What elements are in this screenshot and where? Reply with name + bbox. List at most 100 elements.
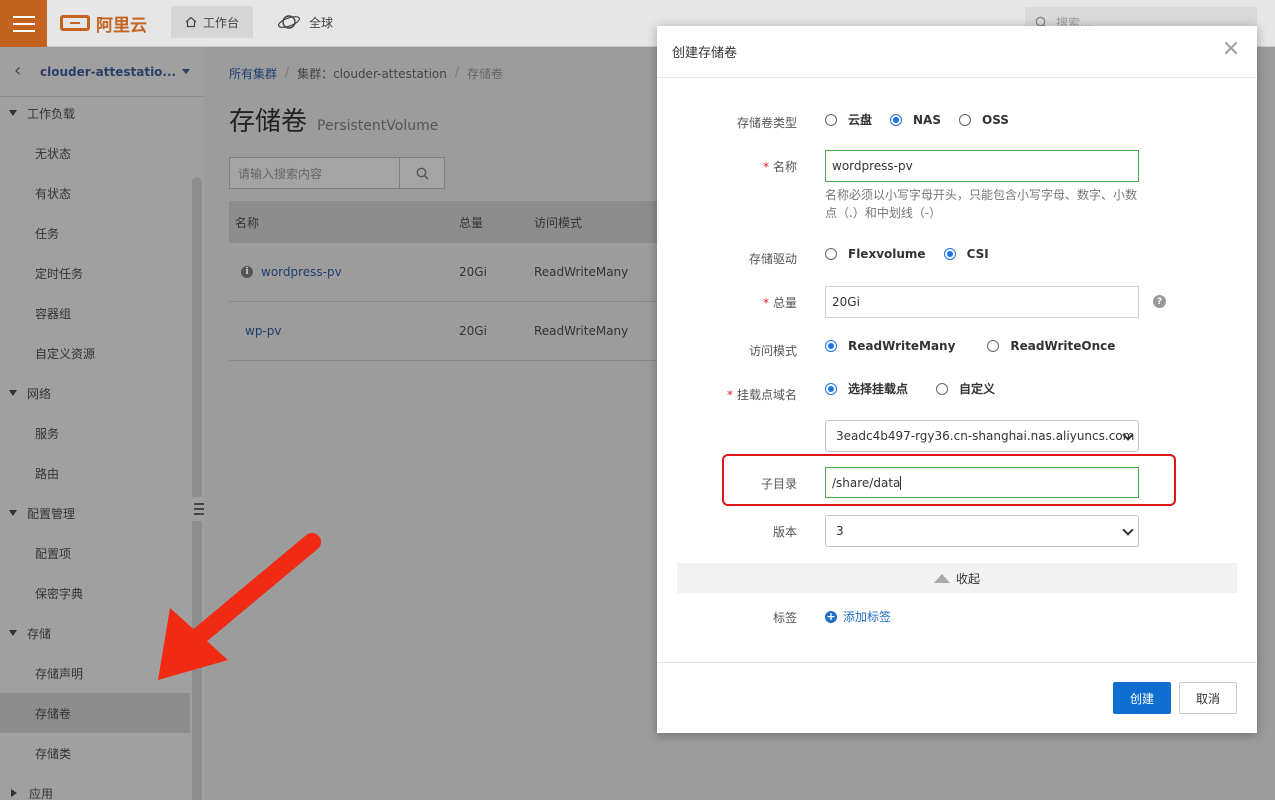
logo[interactable]: 阿里云 [60, 11, 147, 36]
capacity-label-text: 总量 [772, 296, 797, 310]
page-title-en: PersistentVolume [317, 118, 439, 134]
subdir-label-text: 子目录 [760, 477, 797, 491]
sidebar-item-deployment[interactable]: 无状态 [0, 133, 190, 173]
add-tag-button[interactable]: + 添加标签 [825, 608, 891, 625]
subdir-input[interactable]: /share/data [825, 467, 1139, 498]
cluster-switcher[interactable]: ‹ clouder-attestatio... [0, 47, 204, 97]
name-input-value: wordpress-pv [832, 159, 913, 173]
radio-readwritemany[interactable]: ReadWriteMany [825, 339, 955, 353]
radio-dot [959, 113, 971, 126]
name-input[interactable]: wordpress-pv [825, 150, 1139, 182]
create-pv-dialog: 创建存储卷 × 存储卷类型 云盘 NAS OSS * 名称 wordpress-p… [657, 26, 1257, 733]
info-icon[interactable]: i [241, 266, 253, 278]
sidebar-group-network[interactable]: 网络 [0, 373, 190, 413]
radio-label: NAS [913, 112, 941, 127]
cluster-name: clouder-attestatio... [40, 64, 177, 79]
sidebar-item-pods[interactable]: 容器组 [0, 293, 190, 333]
close-icon[interactable]: × [1221, 38, 1241, 60]
cancel-button[interactable]: 取消 [1179, 682, 1237, 714]
sidebar-item-statefulset[interactable]: 有状态 [0, 173, 190, 213]
collapse-toggle[interactable]: 收起 [677, 563, 1237, 593]
sidebar-group-label: 配置管理 [27, 506, 76, 521]
version-value: 3 [836, 524, 844, 538]
radio-cloud-disk[interactable]: 云盘 [825, 111, 872, 128]
sidebar-item-cronjob[interactable]: 定时任务 [0, 253, 190, 293]
sidebar-item-label: 容器组 [35, 306, 72, 321]
driver-radio-group: Flexvolume CSI [825, 247, 1007, 261]
sidebar-group-config[interactable]: 配置管理 [0, 493, 190, 533]
text-cursor [900, 475, 902, 490]
radio-custom-mount[interactable]: 自定义 [936, 380, 995, 397]
sidebar-group-apps[interactable]: 应用 [0, 773, 190, 800]
sidebar-item-custom-resources[interactable]: 自定义资源 [0, 333, 190, 373]
radio-select-mount[interactable]: 选择挂载点 [825, 380, 908, 397]
volume-type-radio-group: 云盘 NAS OSS [825, 111, 1027, 128]
radio-readwriteonce[interactable]: ReadWriteOnce [987, 339, 1115, 353]
radio-label: CSI [966, 247, 989, 261]
sidebar-item-job[interactable]: 任务 [0, 213, 190, 253]
caret-down-icon [9, 630, 17, 636]
breadcrumb-cluster[interactable]: 集群：clouder-attestation [297, 65, 447, 82]
sidebar-item-services[interactable]: 服务 [0, 413, 190, 453]
sidebar-item-storageclass[interactable]: 存储类 [0, 733, 190, 773]
pv-name-link[interactable]: wordpress-pv [261, 265, 342, 279]
sidebar-item-label: 无状态 [35, 146, 72, 161]
chevron-up-icon [933, 573, 950, 583]
caret-right-icon [11, 789, 17, 797]
radio-oss[interactable]: OSS [959, 113, 1009, 127]
create-button[interactable]: 创建 [1113, 682, 1171, 714]
help-icon[interactable]: ? [1153, 295, 1166, 308]
sidebar-scrollbar[interactable] [192, 177, 202, 800]
radio-dot-selected [890, 113, 903, 126]
breadcrumb-separator: / [285, 65, 290, 79]
radio-dot-selected [943, 248, 956, 260]
radio-csi[interactable]: CSI [943, 247, 989, 261]
version-select[interactable]: 3 [825, 515, 1139, 547]
dialog-title: 创建存储卷 [672, 46, 738, 61]
pv-table: 名称 总量 访问模式 i wordpress-pv 20Gi ReadWrite… [229, 201, 669, 361]
sidebar-nav: 工作负载 无状态 有状态 任务 定时任务 容器组 自定义资源 网络 服务 路由 … [0, 93, 190, 800]
mount-point-select[interactable]: 3eadc4b497-rgy36.cn-shanghai.nas.aliyunc… [825, 420, 1139, 452]
volume-type-label-text: 存储卷类型 [736, 116, 797, 130]
pv-search-button[interactable] [400, 157, 445, 189]
pv-search-input[interactable]: 请输入搜索内容 [229, 157, 400, 189]
workspace-button[interactable]: 工作台 [171, 6, 253, 38]
sidebar-item-secret[interactable]: 保密字典 [0, 573, 190, 613]
version-label: 版本 [657, 523, 797, 540]
sidebar-item-ingress[interactable]: 路由 [0, 453, 190, 493]
chevron-down-icon [182, 69, 191, 74]
sidebar-item-pvc[interactable]: 存储声明 [0, 653, 190, 693]
radio-nas[interactable]: NAS [890, 113, 941, 127]
sidebar-item-label: 配置项 [35, 546, 72, 561]
version-label-text: 版本 [772, 525, 797, 539]
required-mark: * [762, 296, 769, 310]
region-selector[interactable]: 全球 [277, 12, 333, 32]
dialog-body: 存储卷类型 云盘 NAS OSS * 名称 wordpress-pv 名称必须以小… [657, 79, 1257, 661]
driver-label-text: 存储驱动 [748, 252, 797, 266]
sidebar-group-storage[interactable]: 存储 [0, 613, 190, 653]
breadcrumb-all-clusters[interactable]: 所有集群 [229, 65, 277, 82]
cell-capacity: 20Gi [459, 265, 487, 279]
pv-name-link[interactable]: wp-pv [245, 324, 281, 338]
pv-search: 请输入搜索内容 [229, 157, 445, 189]
sidebar-group-workload[interactable]: 工作负载 [0, 93, 190, 133]
menu-icon[interactable] [0, 0, 47, 47]
radio-label: 自定义 [959, 382, 996, 396]
table-header: 名称 总量 访问模式 [229, 201, 669, 243]
sidebar-group-label: 工作负载 [27, 106, 76, 121]
dialog-footer: 创建 取消 [657, 662, 1257, 733]
cell-access-mode: ReadWriteMany [534, 265, 629, 279]
access-mode-label: 访问模式 [657, 342, 797, 359]
cell-name: wp-pv [229, 324, 459, 338]
capacity-input[interactable]: 20Gi [825, 286, 1139, 318]
access-mode-label-text: 访问模式 [748, 344, 797, 358]
radio-label: 云盘 [848, 113, 873, 127]
column-header-capacity: 总量 [459, 215, 484, 230]
capacity-input-value: 20Gi [832, 295, 860, 309]
sidebar-item-label: 定时任务 [35, 266, 84, 281]
sidebar-item-pv[interactable]: 存储卷 [0, 693, 190, 733]
sidebar-item-label: 自定义资源 [35, 346, 96, 361]
back-icon[interactable]: ‹ [14, 61, 30, 80]
radio-flexvolume[interactable]: Flexvolume [825, 247, 926, 261]
sidebar-item-configmap[interactable]: 配置项 [0, 533, 190, 573]
